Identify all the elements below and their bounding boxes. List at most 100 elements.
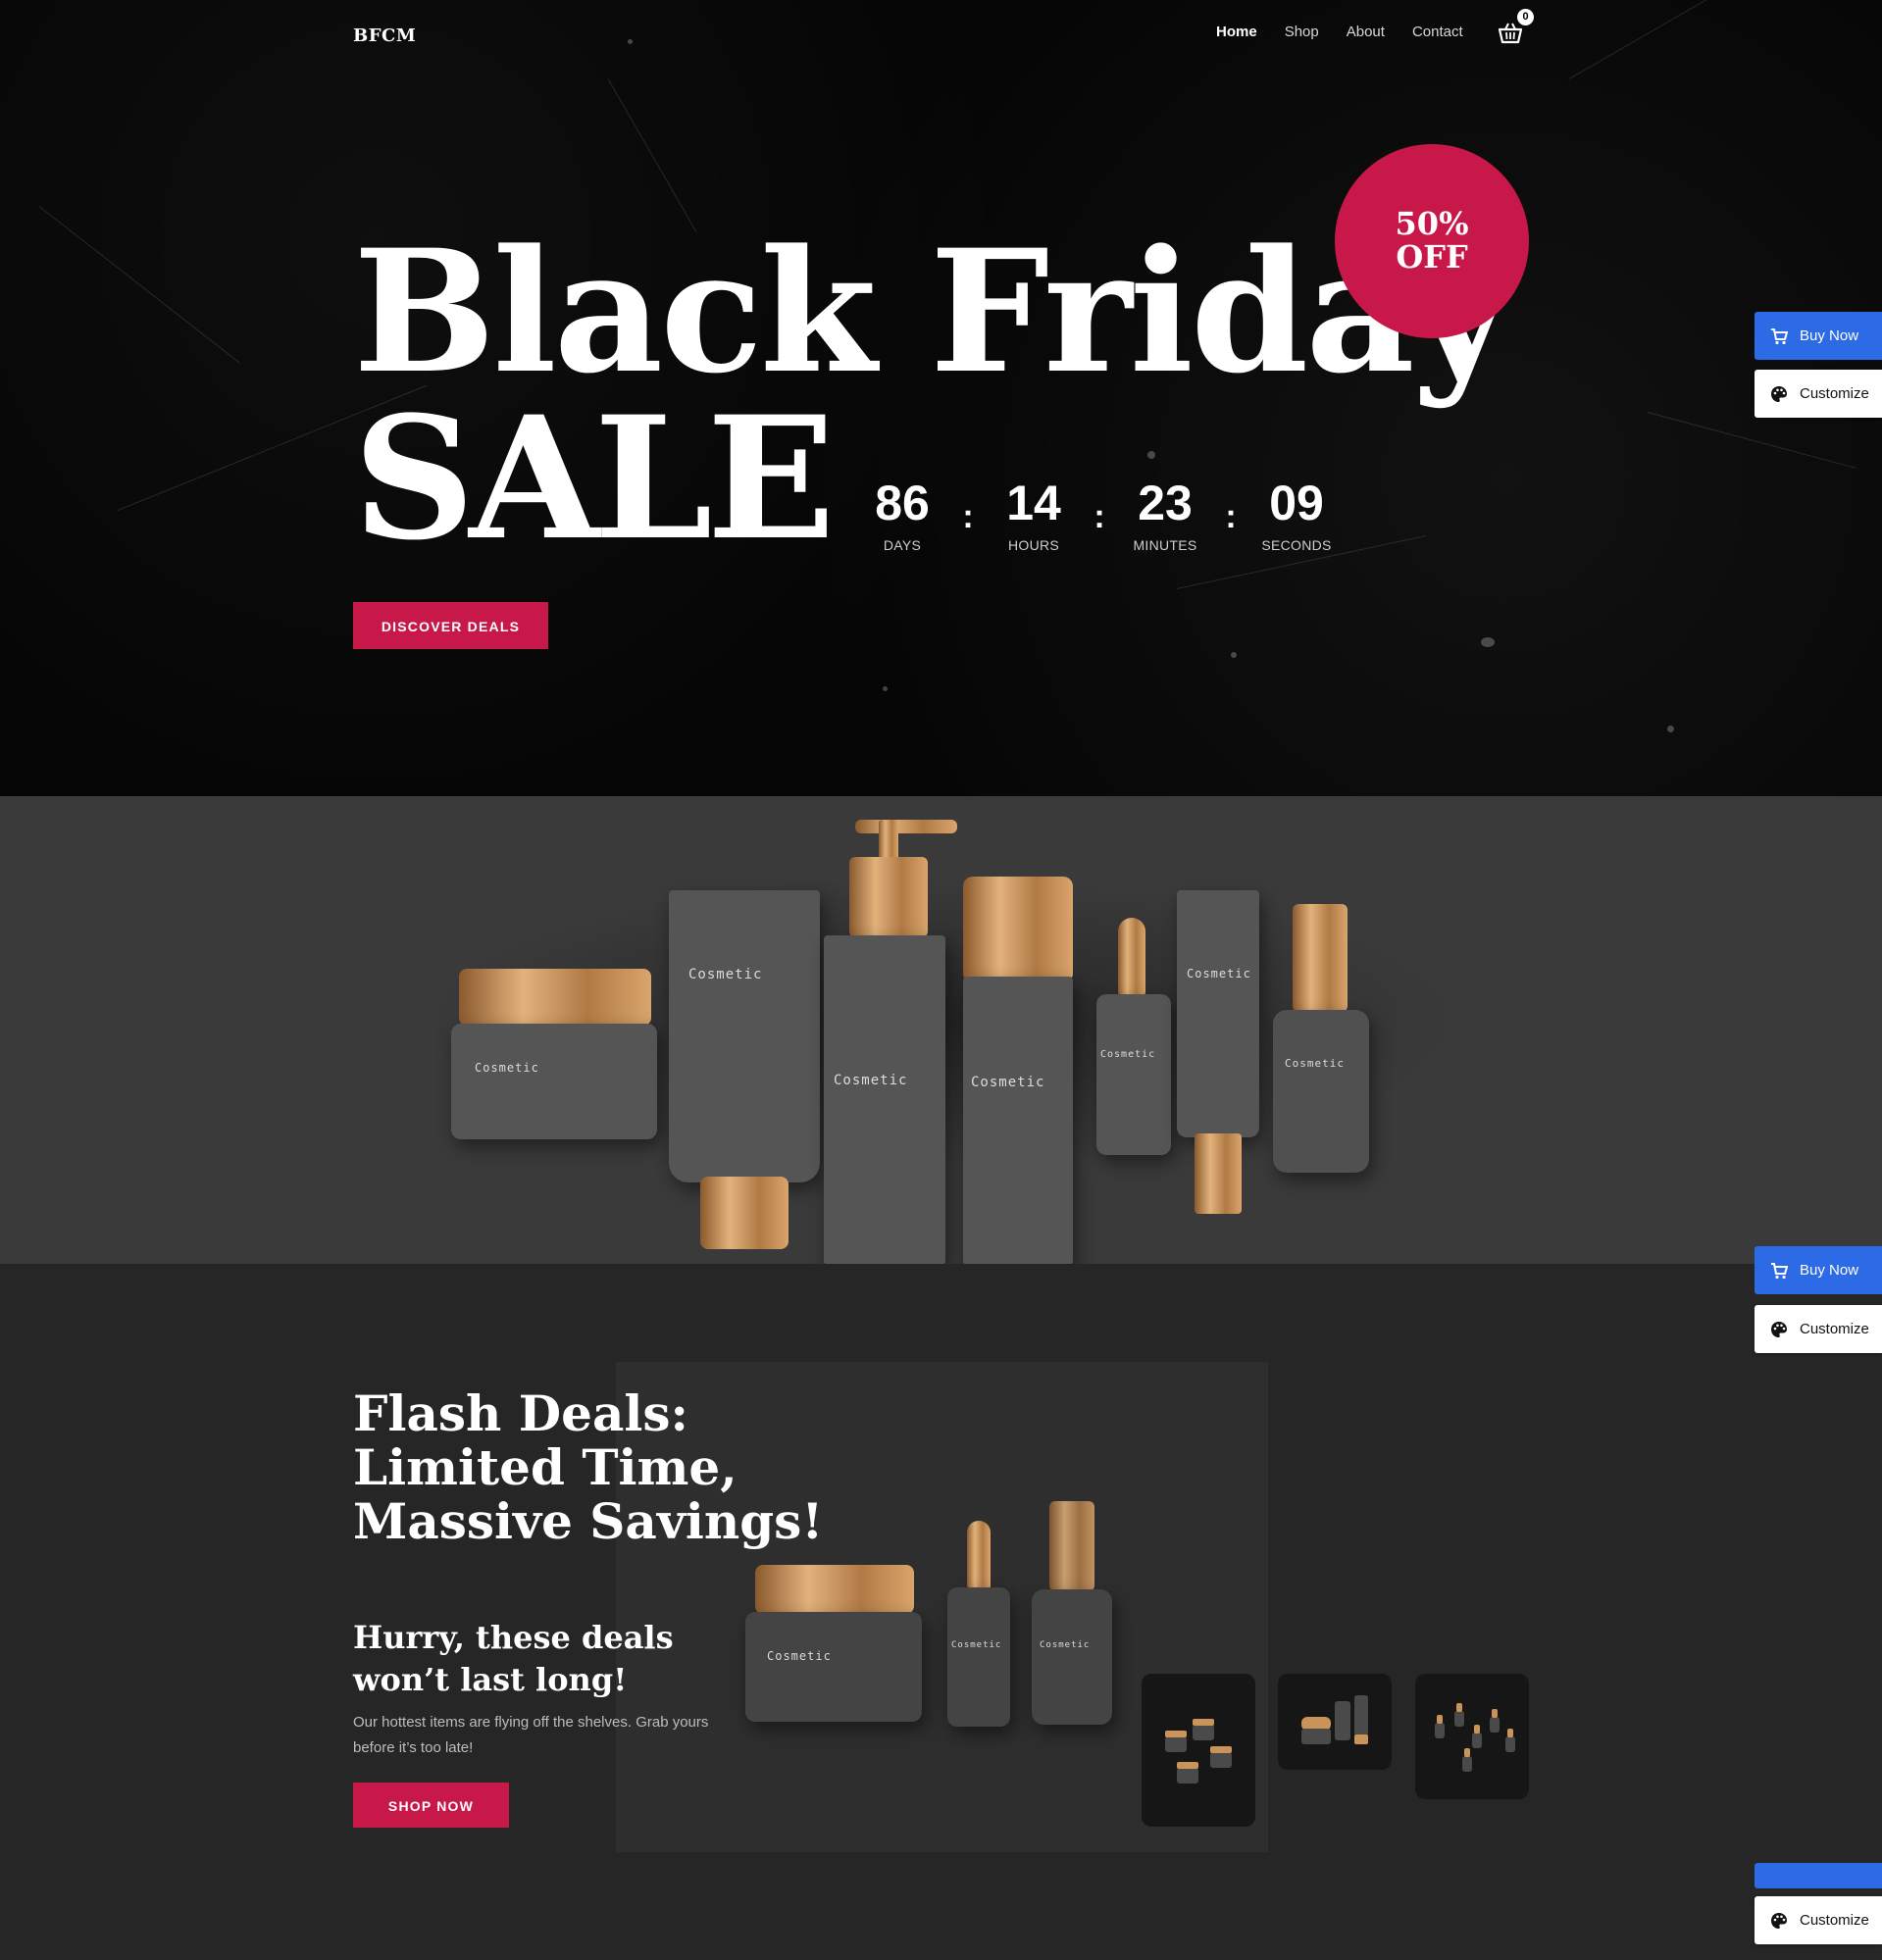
flash-jar-lid xyxy=(755,1565,914,1614)
site-logo[interactable]: BFCM xyxy=(353,25,416,46)
jar-lid xyxy=(459,969,651,1026)
thumb-dropper xyxy=(1435,1723,1445,1738)
thumb-dropper-top xyxy=(1464,1748,1470,1757)
product-label: Cosmetic xyxy=(971,1075,1045,1090)
thumb-dropper xyxy=(1505,1736,1515,1752)
product-jar: Cosmetic xyxy=(451,1024,657,1139)
pump-collar xyxy=(849,857,928,937)
thumb-dropper xyxy=(1454,1711,1464,1727)
flash-serum-pump xyxy=(1049,1501,1094,1591)
countdown-separator: : xyxy=(1225,498,1237,535)
product-thumbnail[interactable] xyxy=(1142,1674,1255,1827)
thumb-dropper xyxy=(1462,1756,1472,1772)
side-buy-now-button[interactable]: Buy Now xyxy=(1755,1246,1882,1294)
countdown-hours: 14 HOURS xyxy=(985,478,1083,553)
countdown-value: 14 xyxy=(1006,476,1061,530)
flash-deals-subheading: Hurry, these deals won’t last long! xyxy=(353,1619,674,1699)
texture-speck xyxy=(1147,451,1155,459)
side-customize-label: Customize xyxy=(1800,1912,1869,1929)
product-label: Cosmetic xyxy=(1187,967,1251,980)
discount-badge-off: OFF xyxy=(1396,238,1468,276)
product-serum: Cosmetic xyxy=(1273,1010,1369,1173)
thumb-bottle xyxy=(1335,1701,1350,1740)
hero-section: BFCM Home Shop About Contact 0 Black Fri… xyxy=(0,0,1882,796)
countdown-label: SECONDS xyxy=(1261,537,1332,553)
discount-badge-percent: 50% xyxy=(1395,205,1469,243)
pump-head xyxy=(855,820,957,833)
product-label: Cosmetic xyxy=(834,1073,908,1088)
hero-title-line1: Black Friday xyxy=(353,212,1510,411)
texture-scratch xyxy=(1568,0,1825,79)
cart-icon xyxy=(1771,1262,1788,1279)
texture-scratch xyxy=(607,78,697,232)
flash-deals-description: Our hottest items are flying off the she… xyxy=(353,1714,709,1757)
thumb-dropper-top xyxy=(1437,1715,1443,1724)
product-thumbnail[interactable] xyxy=(1415,1674,1529,1799)
discover-deals-button[interactable]: DISCOVER DEALS xyxy=(353,602,548,649)
thumb-dropper-top xyxy=(1492,1709,1498,1718)
countdown-separator: : xyxy=(1094,498,1105,535)
discount-badge: 50% OFF xyxy=(1335,144,1529,338)
shop-now-button[interactable]: SHOP NOW xyxy=(353,1783,509,1828)
texture-scratch xyxy=(1647,412,1857,469)
countdown-label: MINUTES xyxy=(1133,537,1197,553)
cart-icon xyxy=(1771,327,1788,344)
countdown-value: 23 xyxy=(1138,476,1193,530)
palette-icon xyxy=(1771,385,1787,402)
thumb-dropper-top xyxy=(1474,1725,1480,1734)
palette-icon xyxy=(1771,1912,1787,1929)
countdown-separator: : xyxy=(962,498,974,535)
dropper-top xyxy=(1118,918,1145,996)
nav-contact[interactable]: Contact xyxy=(1412,24,1463,40)
texture-speck xyxy=(628,39,633,44)
product-label: Cosmetic xyxy=(951,1640,1002,1650)
side-customize-label: Customize xyxy=(1800,1321,1869,1337)
thumb-jar-lid xyxy=(1210,1746,1232,1753)
side-customize-button[interactable]: Customize xyxy=(1755,1305,1882,1353)
product-label: Cosmetic xyxy=(475,1061,539,1075)
nav-home[interactable]: Home xyxy=(1216,24,1257,40)
flash-deals-heading: Flash Deals: Limited Time, Massive Savin… xyxy=(353,1384,824,1550)
product-tube: Cosmetic xyxy=(669,890,820,1182)
side-customize-button[interactable]: Customize xyxy=(1755,1896,1882,1944)
flash-dropper: Cosmetic xyxy=(947,1587,1010,1727)
cart-icon[interactable] xyxy=(1498,22,1523,45)
thumb-dropper-top xyxy=(1507,1729,1513,1737)
product-tall-bottle: Cosmetic xyxy=(963,977,1073,1264)
thumb-jar xyxy=(1210,1752,1232,1768)
side-buy-now-button-partial[interactable] xyxy=(1755,1863,1882,1888)
flash-dropper-top xyxy=(967,1521,991,1589)
thumb-dropper xyxy=(1490,1717,1500,1733)
countdown-label: HOURS xyxy=(1007,537,1060,553)
flash-deals-section: Cosmetic Cosmetic Cosmetic Flash Deals: … xyxy=(0,1264,1882,1960)
product-label: Cosmetic xyxy=(767,1649,832,1663)
side-buy-now-label: Buy Now xyxy=(1800,327,1859,344)
thumb-jar-lid xyxy=(1165,1731,1187,1737)
nav-shop[interactable]: Shop xyxy=(1285,24,1319,40)
product-thumbnail[interactable] xyxy=(1278,1674,1392,1770)
flash-jar: Cosmetic xyxy=(745,1612,922,1722)
side-customize-button[interactable]: Customize xyxy=(1755,370,1882,418)
side-buy-now-button[interactable]: Buy Now xyxy=(1755,312,1882,360)
texture-speck xyxy=(1481,637,1495,647)
spray-cap xyxy=(963,877,1073,979)
tube-cap xyxy=(700,1177,788,1249)
thumb-jar-lid xyxy=(1193,1719,1214,1726)
cart-count-badge: 0 xyxy=(1517,9,1534,25)
product-label: Cosmetic xyxy=(1100,1049,1156,1060)
countdown-minutes: 23 MINUTES xyxy=(1116,478,1214,553)
side-customize-label: Customize xyxy=(1800,385,1869,402)
nav-about[interactable]: About xyxy=(1347,24,1385,40)
texture-scratch xyxy=(38,206,241,364)
countdown-days: 86 DAYS xyxy=(853,478,951,553)
product-slim-tube: Cosmetic xyxy=(1177,890,1259,1137)
side-buy-now-label: Buy Now xyxy=(1800,1262,1859,1279)
product-label: Cosmetic xyxy=(1285,1057,1345,1070)
thumb-cap xyxy=(1354,1734,1368,1744)
hero-title-line2: SALE xyxy=(353,378,836,578)
thumb-jar xyxy=(1301,1729,1331,1744)
thumb-jar xyxy=(1193,1725,1214,1740)
thumb-jar xyxy=(1177,1768,1198,1784)
texture-speck xyxy=(1231,652,1237,658)
texture-speck xyxy=(1667,726,1674,732)
